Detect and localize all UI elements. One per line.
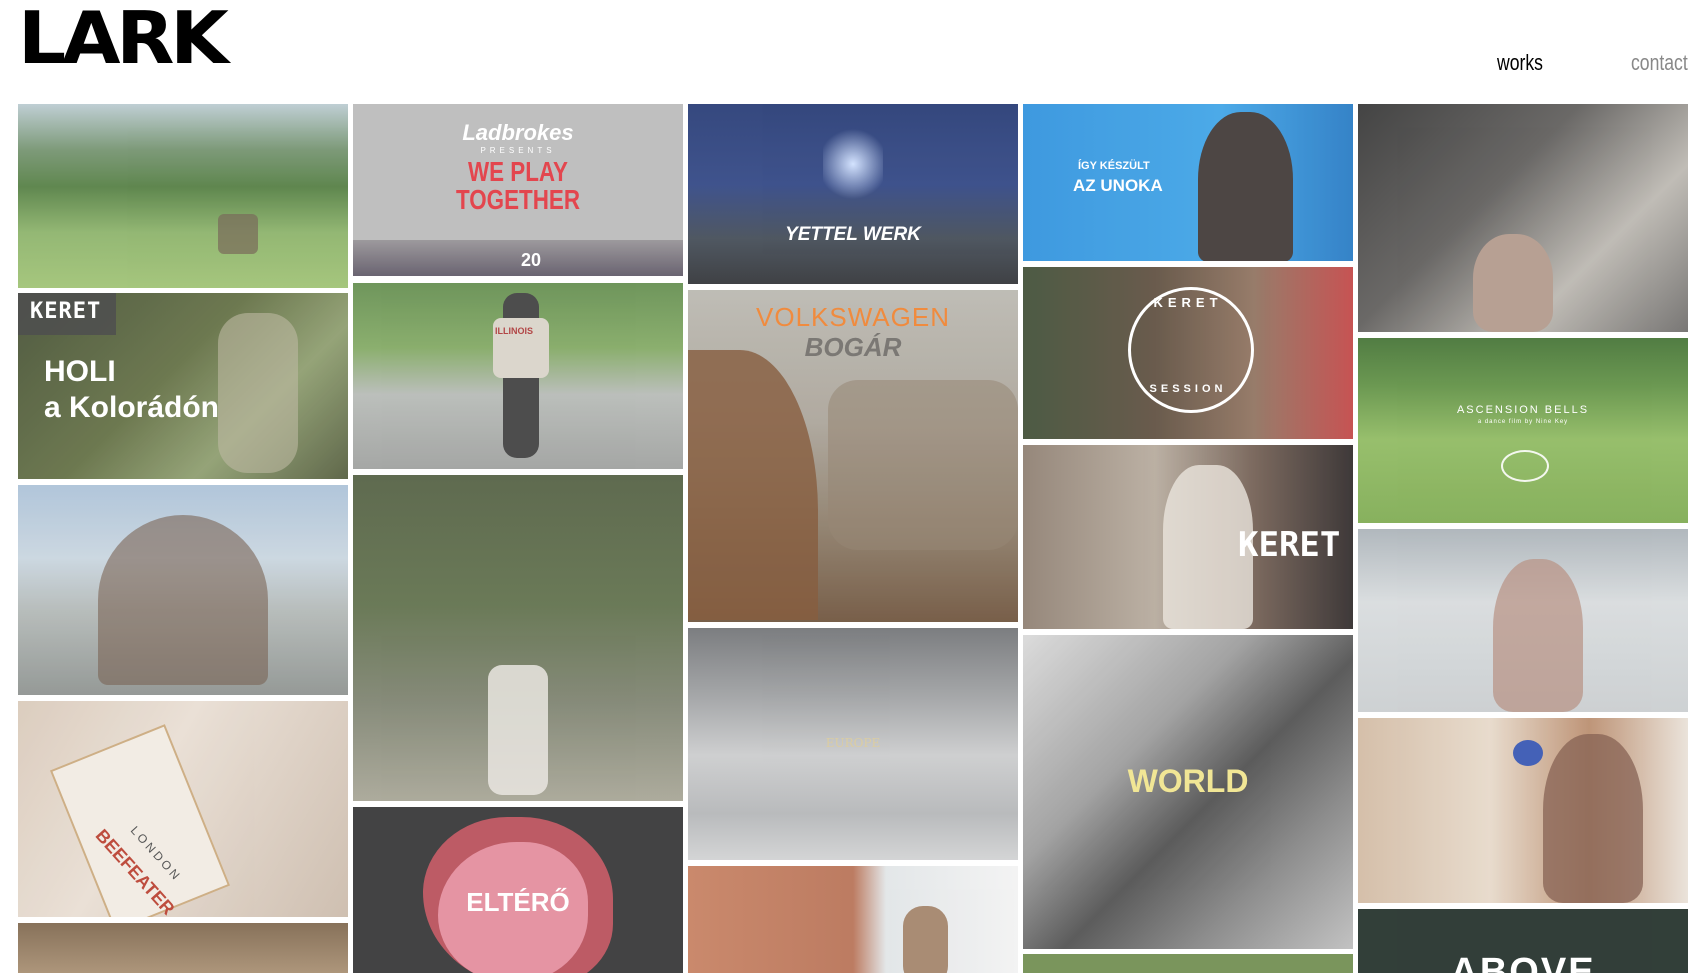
blue-flowers — [1513, 740, 1543, 766]
holi-subtitle: a Kolorádón — [44, 391, 220, 424]
nav-contact-link[interactable]: contact — [1631, 50, 1688, 76]
work-tile-headphones[interactable] — [1358, 104, 1688, 332]
work-tile-scooter[interactable] — [18, 485, 348, 695]
brickwall-person — [903, 906, 948, 973]
yettel-stage-light — [823, 124, 883, 204]
work-tile-interview[interactable] — [1358, 718, 1688, 903]
ladbrokes-presents: PRESENTS — [480, 146, 556, 155]
unoka-portrait — [1198, 112, 1293, 261]
work-tile-volkswagen[interactable]: VOLKSWAGEN BOGÁR — [688, 290, 1018, 622]
work-tile-ladbrokes[interactable]: Ladbrokes PRESENTS WE PLAY TOGETHER 20 — [353, 104, 683, 276]
europe-title: EUROPE — [825, 736, 881, 750]
eltero-logo-text: ELTÉRŐ — [466, 887, 570, 917]
above-title: ABOVE — [1450, 951, 1596, 973]
shirt-text: ILLINOIS — [495, 326, 533, 336]
work-tile-europe[interactable]: EUROPE — [688, 628, 1018, 860]
keret-session-bottom-text: SESSION — [1149, 383, 1227, 395]
unoka-label-line2: AZ UNOKA — [1073, 176, 1163, 195]
palm-woman-figure — [1493, 559, 1583, 712]
holi-cyclist — [218, 313, 298, 473]
holi-title: HOLI — [44, 355, 116, 388]
yettel-title: YETTEL WERK — [785, 224, 921, 245]
keret-logo-badge: KERET — [18, 293, 116, 335]
work-tile-beefeater[interactable]: BEEFEATER LONDON — [18, 701, 348, 917]
wedding-couple — [488, 665, 548, 795]
keret-session-top-text: KERET — [1153, 295, 1223, 310]
laurel-badge — [1501, 450, 1549, 482]
site-logo[interactable]: LARK — [18, 2, 229, 74]
ladbrokes-jersey-number: 20 — [521, 250, 542, 270]
work-tile-basketball[interactable]: ILLINOIS — [353, 283, 683, 469]
work-tile-bar[interactable] — [18, 923, 348, 973]
work-tile-meadow[interactable] — [18, 104, 348, 288]
work-tile-yettel[interactable]: YETTEL WERK — [688, 104, 1018, 284]
ladbrokes-crowd — [353, 240, 683, 276]
work-tile-keret-session[interactable]: KERET SESSION — [1023, 267, 1353, 439]
beefeater-bottle-label: BEEFEATER LONDON — [49, 724, 231, 917]
work-tile-above[interactable]: ABOVE — [1358, 909, 1688, 973]
work-tile-eltero[interactable]: ELTÉRŐ — [353, 807, 683, 973]
meadow-figures — [218, 214, 258, 254]
ladbrokes-title-line2: TOGETHER — [455, 184, 581, 215]
ascension-subtitle: a dance film by Nine Key — [1477, 419, 1569, 425]
work-tile-forest[interactable] — [1023, 954, 1353, 973]
work-tile-ascension-bells[interactable]: ASCENSION BELLS a dance film by Nine Key — [1358, 338, 1688, 523]
ladbrokes-logo: Ladbrokes — [462, 120, 574, 145]
interview-woman — [1543, 734, 1643, 903]
volkswagen-title: VOLKSWAGEN — [756, 302, 950, 332]
keret-logo-text: KERET — [30, 299, 102, 324]
work-tile-palm-woman[interactable] — [1358, 529, 1688, 712]
volkswagen-subtitle: BOGÁR — [804, 332, 902, 362]
ascension-title: ASCENSION BELLS — [1456, 404, 1590, 416]
scooter-couple — [98, 515, 268, 685]
unoka-label-line1: ÍGY KÉSZÜLT — [1078, 160, 1150, 172]
work-tile-singer[interactable]: KERET — [1023, 445, 1353, 629]
work-tile-holi[interactable]: KERET HOLI a Kolorádón — [18, 293, 348, 479]
work-tile-unoka[interactable]: ÍGY KÉSZÜLT AZ UNOKA — [1023, 104, 1353, 261]
player-sweatshirt: ILLINOIS — [493, 318, 549, 378]
volkswagen-crowd — [828, 380, 1018, 550]
volkswagen-car-hood — [688, 350, 818, 620]
nav-works-link[interactable]: works — [1497, 50, 1543, 76]
work-tile-wedding[interactable] — [353, 475, 683, 801]
keret-neon-sign: KERET — [1238, 525, 1341, 565]
headphones-face — [1473, 234, 1553, 332]
world-title: WORLD — [1127, 763, 1249, 799]
work-tile-world[interactable]: WORLD — [1023, 635, 1353, 949]
work-tile-brickwall[interactable] — [688, 866, 1018, 973]
